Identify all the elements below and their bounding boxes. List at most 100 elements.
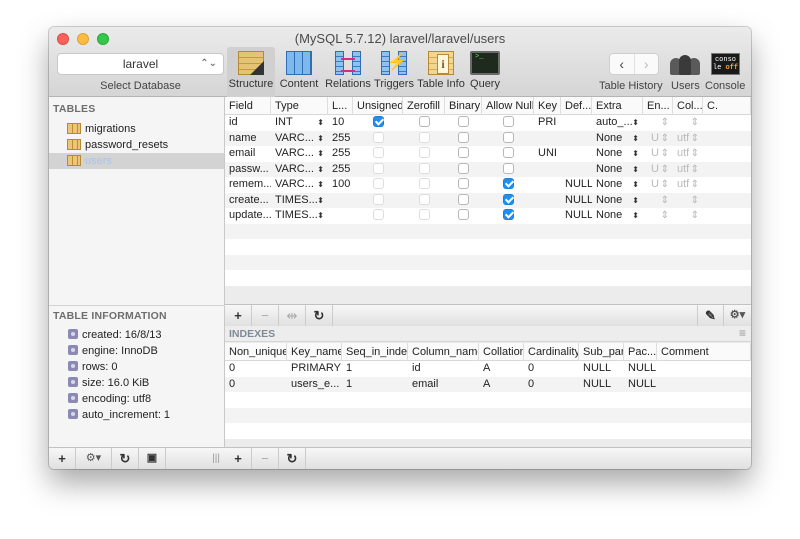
encoding-cell[interactable]: U ⇕ [643,146,673,162]
comment-cell[interactable] [703,208,751,224]
checkbox[interactable] [372,116,384,127]
index-column-header[interactable]: Cardinality [524,343,579,361]
checkbox[interactable] [458,193,469,205]
checkbox[interactable] [418,147,430,158]
updown-arrows-icon[interactable]: ⬍ [632,208,639,224]
checkbox[interactable] [372,193,384,205]
binary-checkbox[interactable] [445,177,482,193]
updown-arrows-icon[interactable]: ⇕ [691,115,699,131]
column-header[interactable]: Extra [592,97,643,115]
collation-cell[interactable]: ⇕ [673,208,703,224]
tab-relations[interactable]: Relations [323,47,373,97]
length-cell[interactable]: 255 [328,162,353,178]
encoding-cell[interactable]: ⇕ [643,115,673,131]
zerofill-checkbox[interactable] [403,177,445,193]
updown-arrows-icon[interactable]: ⬍ [317,162,324,178]
updown-arrows-icon[interactable]: ⇕ [691,208,699,224]
default-cell[interactable] [561,146,592,162]
default-cell[interactable] [561,115,592,131]
index-column-header[interactable]: Comment [657,343,751,361]
checkbox[interactable] [458,209,469,220]
allow-null-checkbox[interactable] [482,177,534,193]
length-cell[interactable] [328,208,353,224]
length-cell[interactable]: 255 [328,131,353,147]
type-cell[interactable]: TIMES... ⬍ [271,208,328,224]
collation-cell[interactable]: utf ⇕ [673,146,703,162]
remove-field-button[interactable]: − [252,305,279,326]
updown-arrows-icon[interactable]: ⬍ [632,131,639,147]
tab-table-info[interactable]: Table Info [417,47,465,97]
type-cell[interactable]: VARC... ⬍ [271,177,328,193]
checkbox[interactable] [502,147,514,158]
allow-null-checkbox[interactable] [482,193,534,209]
checkbox[interactable] [418,131,430,143]
length-cell[interactable]: 255 [328,146,353,162]
updown-arrows-icon[interactable]: ⇕ [661,208,669,224]
updown-arrows-icon[interactable]: ⇕ [661,162,669,178]
updown-arrows-icon[interactable]: ⬍ [632,115,639,131]
field-row[interactable]: create... TIMES... ⬍ NULL None ⬍ ⇕ ⇕ [225,192,751,209]
field-name-cell[interactable]: create... [225,193,271,209]
field-name-cell[interactable]: update... [225,208,271,224]
column-header[interactable]: Binary [445,97,482,115]
refresh-indexes-button[interactable]: ↻ [279,448,306,469]
updown-arrows-icon[interactable]: ⇕ [661,131,669,147]
tab-content[interactable]: Content [277,47,321,97]
column-header[interactable]: En... [643,97,673,115]
users-button-label[interactable]: Users [671,80,700,92]
binary-checkbox[interactable] [445,131,482,147]
extra-cell[interactable]: None ⬍ [592,208,643,224]
zerofill-checkbox[interactable] [403,146,445,162]
splitter-handle[interactable]: ||| [166,448,225,469]
index-column-header[interactable]: Non_unique [225,343,287,361]
updown-arrows-icon[interactable]: ⬍ [317,131,324,147]
checkbox[interactable] [458,162,469,174]
updown-arrows-icon[interactable]: ⬍ [632,193,639,209]
hamburger-icon[interactable]: ≡ [739,326,746,340]
checkbox[interactable] [418,193,430,205]
column-header[interactable]: Field [225,97,271,115]
checkbox[interactable] [372,162,384,174]
type-cell[interactable]: VARC... ⬍ [271,146,328,162]
console-button-label[interactable]: Console [705,80,745,92]
encoding-cell[interactable]: ⇕ [643,193,673,209]
updown-arrows-icon[interactable]: ⇕ [661,146,669,162]
unsigned-checkbox[interactable] [353,193,403,209]
zerofill-checkbox[interactable] [403,208,445,224]
unsigned-checkbox[interactable] [353,146,403,162]
checkbox[interactable] [502,131,514,143]
collation-cell[interactable]: utf ⇕ [673,131,703,147]
allow-null-checkbox[interactable] [482,115,534,131]
field-row[interactable]: remem... VARC... ⬍ 100 NULL None ⬍ U ⇕ utf ⇕ [225,177,751,193]
field-name-cell[interactable]: email [225,146,271,162]
checkbox[interactable] [418,162,430,174]
default-cell[interactable] [561,162,592,178]
index-row[interactable]: 0 PRIMARY 1 id A 0 NULL NULL [225,361,751,377]
type-cell[interactable]: VARC... ⬍ [271,131,328,147]
structure-gear-button[interactable]: ⚙▾ [724,305,751,326]
history-forward-button[interactable]: › [633,54,659,74]
extra-cell[interactable]: None ⬍ [592,193,643,209]
updown-arrows-icon[interactable]: ⇕ [691,146,699,162]
unsigned-checkbox[interactable] [353,162,403,178]
encoding-cell[interactable]: U ⇕ [643,177,673,193]
binary-checkbox[interactable] [445,208,482,224]
updown-arrows-icon[interactable]: ⬍ [317,193,324,209]
updown-arrows-icon[interactable]: ⇕ [661,115,669,131]
add-field-button[interactable]: + [225,305,252,326]
field-name-cell[interactable]: id [225,115,271,131]
checkbox[interactable] [458,131,469,143]
comment-cell[interactable] [703,115,751,131]
binary-checkbox[interactable] [445,115,482,131]
updown-arrows-icon[interactable]: ⬍ [632,177,639,193]
updown-arrows-icon[interactable]: ⇕ [691,131,699,147]
index-column-header[interactable]: Key_name [287,343,342,361]
type-cell[interactable]: TIMES... ⬍ [271,193,328,209]
checkbox[interactable] [458,147,469,158]
extra-cell[interactable]: None ⬍ [592,146,643,162]
column-header[interactable]: Key [534,97,561,115]
encoding-cell[interactable]: ⇕ [643,208,673,224]
type-cell[interactable]: VARC... ⬍ [271,162,328,178]
toggle-info-button[interactable]: ▣ [139,448,166,469]
zerofill-checkbox[interactable] [403,193,445,209]
